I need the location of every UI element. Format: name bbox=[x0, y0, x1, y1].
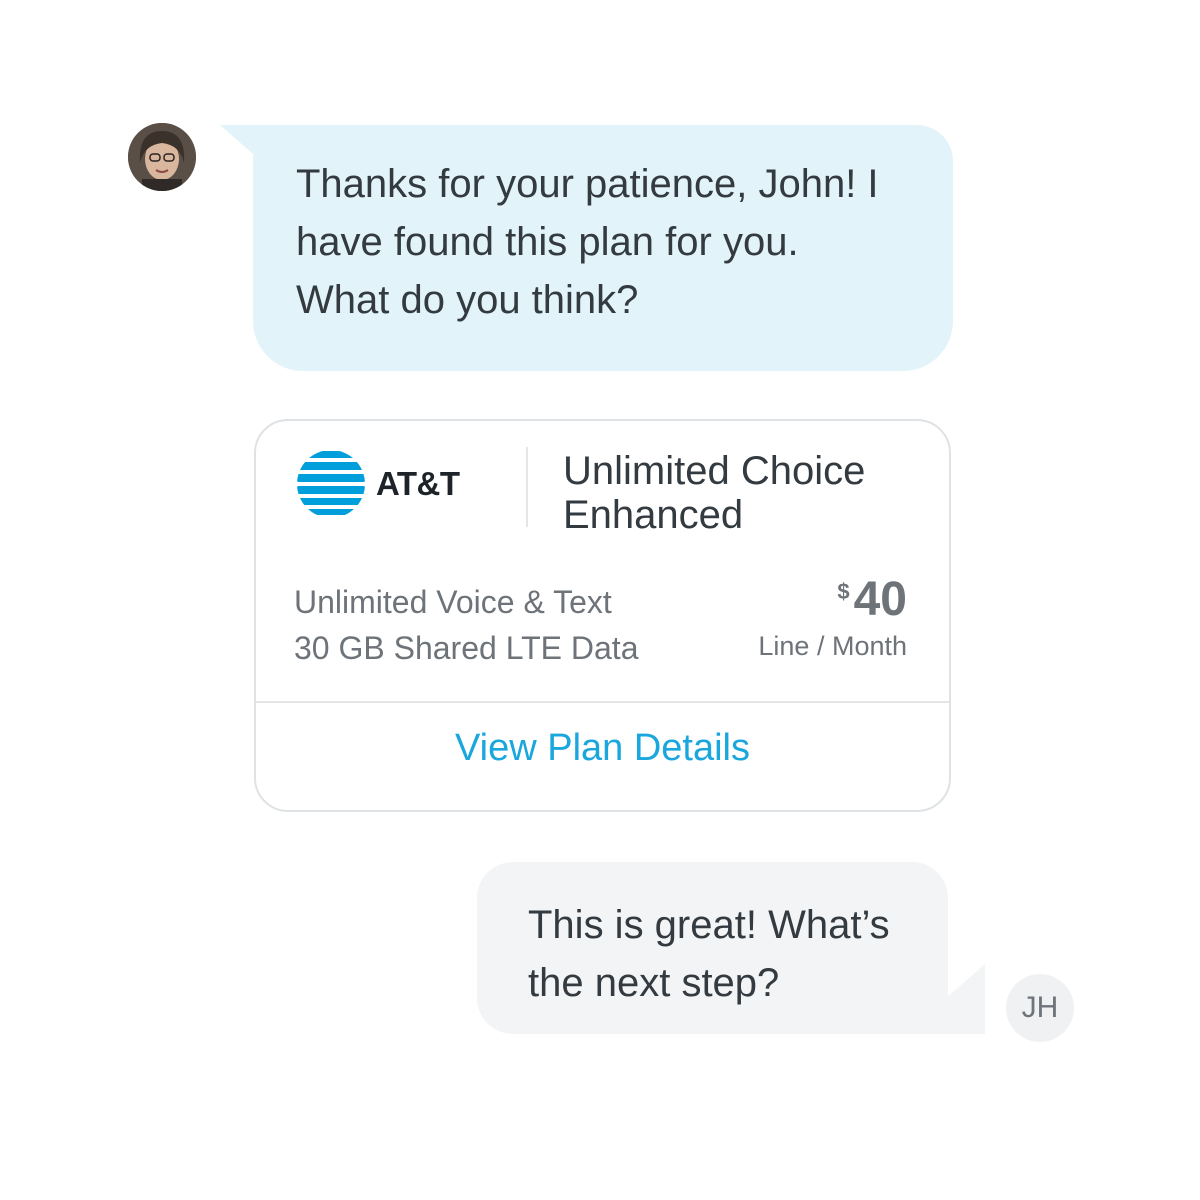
agent-photo-avatar-icon bbox=[128, 123, 196, 191]
view-plan-details-link[interactable]: View Plan Details bbox=[256, 727, 949, 770]
feature-data: 30 GB Shared LTE Data bbox=[294, 630, 639, 666]
plan-price: $40 Line / Month bbox=[758, 573, 907, 662]
card-divider bbox=[256, 701, 949, 703]
plan-card[interactable]: AT&T Unlimited Choice Enhanced Unlimited… bbox=[254, 419, 951, 812]
carrier-name: AT&T bbox=[376, 465, 460, 502]
user-message-text: This is great! What’s the next step? bbox=[528, 903, 890, 1005]
plan-name: Unlimited Choice Enhanced bbox=[563, 449, 866, 537]
agent-message-text: Thanks for your patience, John! I have f… bbox=[296, 162, 879, 322]
price-amount: 40 bbox=[853, 573, 907, 626]
agent-avatar bbox=[128, 123, 196, 191]
att-globe-logo-icon bbox=[297, 450, 365, 518]
feature-voice-text: Unlimited Voice & Text bbox=[294, 584, 612, 620]
user-avatar: JH bbox=[1006, 974, 1074, 1042]
header-divider bbox=[526, 447, 528, 527]
user-message-bubble: This is great! What’s the next step? bbox=[477, 862, 948, 1034]
agent-message-bubble: Thanks for your patience, John! I have f… bbox=[253, 125, 953, 371]
price-unit: Line / Month bbox=[758, 631, 907, 661]
price-currency: $ bbox=[837, 579, 850, 604]
plan-features: Unlimited Voice & Text 30 GB Shared LTE … bbox=[294, 579, 638, 671]
